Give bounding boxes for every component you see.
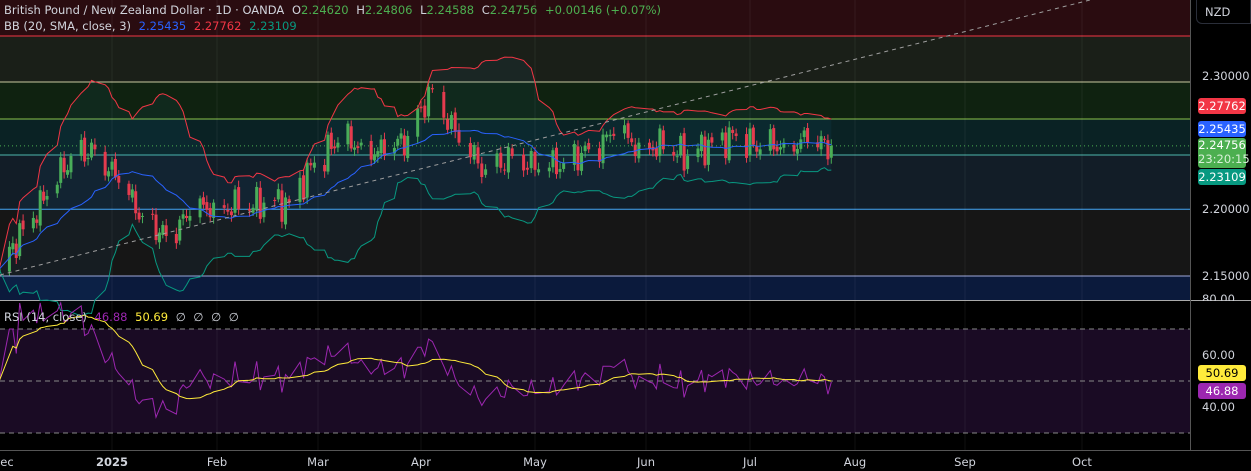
last-price-tag: 2.24756 23:20:15 bbox=[1198, 138, 1250, 168]
rsi-extra: ∅ bbox=[211, 310, 222, 324]
rsi-extra: ∅ bbox=[193, 310, 204, 324]
x-tick: Apr bbox=[411, 455, 431, 469]
rsi-y-tick: 60.00 bbox=[1202, 348, 1235, 362]
last-price: 2.24756 bbox=[1198, 138, 1246, 152]
rsi-extra: ∅ bbox=[175, 310, 186, 324]
rsi-y-tick: 40.00 bbox=[1202, 400, 1235, 414]
rsi-label: RSI (14, close) bbox=[4, 310, 87, 324]
x-tick: Aug bbox=[843, 455, 867, 469]
symbol-title: British Pound / New Zealand Dollar · 1D … bbox=[4, 3, 285, 17]
currency-button[interactable]: NZD bbox=[1196, 0, 1251, 24]
open-label: O bbox=[291, 3, 302, 17]
bb-lower-tag: 2.23109 bbox=[1198, 169, 1246, 185]
bb-basis-tag: 2.25435 bbox=[1198, 121, 1246, 137]
bb-upper-tag: 2.27762 bbox=[1198, 98, 1246, 114]
rsi-extra: ∅ bbox=[228, 310, 239, 324]
ohlc-open: O2.24620 bbox=[292, 3, 349, 17]
x-tick: Sep bbox=[954, 455, 976, 469]
x-tick: 2025 bbox=[95, 455, 129, 469]
rsi-y-tick: 80.00 bbox=[1202, 294, 1235, 301]
ohlc-close: C2.24756 bbox=[482, 3, 538, 17]
rsi-tag: 46.88 bbox=[1198, 383, 1246, 399]
x-tick: May bbox=[523, 455, 547, 469]
rsi-value: 46.88 bbox=[94, 310, 128, 324]
price-zone bbox=[0, 36, 1190, 82]
high-label: H bbox=[356, 3, 365, 17]
x-tick: Jul bbox=[743, 455, 757, 469]
ohlc-high: H2.24806 bbox=[356, 3, 412, 17]
close-label: C bbox=[481, 3, 490, 17]
x-tick: Oct bbox=[1072, 455, 1092, 469]
rsi-ma-tag: 50.69 bbox=[1198, 365, 1246, 381]
close-value: 2.24756 bbox=[489, 3, 538, 17]
bb-upper-value: 2.27762 bbox=[193, 19, 242, 33]
x-tick: Feb bbox=[206, 455, 228, 469]
change-value: +0.00146 (+0.07%) bbox=[545, 3, 662, 17]
x-tick: Mar bbox=[307, 455, 329, 469]
bb-legend[interactable]: BB (20, SMA, close, 3) 2.25435 2.27762 2… bbox=[4, 19, 301, 33]
low-value: 2.24588 bbox=[426, 3, 475, 17]
bb-lower-value: 2.23109 bbox=[249, 19, 297, 33]
open-value: 2.24620 bbox=[301, 3, 349, 17]
bar-countdown: 23:20:15 bbox=[1198, 152, 1250, 166]
rsi-ma-value: 50.69 bbox=[135, 310, 169, 324]
bb-basis-value: 2.25435 bbox=[138, 19, 187, 33]
y-tick: 2.20000 bbox=[1202, 202, 1250, 216]
x-tick: Jun bbox=[637, 455, 655, 469]
rsi-legend[interactable]: RSI (14, close) 46.88 50.69 ∅ ∅ ∅ ∅ bbox=[4, 310, 243, 324]
ohlc-low: L2.24588 bbox=[420, 3, 474, 17]
y-tick: 2.30000 bbox=[1202, 69, 1250, 83]
high-value: 2.24806 bbox=[364, 3, 413, 17]
bb-label: BB (20, SMA, close, 3) bbox=[4, 19, 131, 33]
symbol-legend: British Pound / New Zealand Dollar · 1D … bbox=[4, 3, 665, 17]
chart-canvas[interactable] bbox=[0, 0, 1251, 471]
y-tick: 2.15000 bbox=[1202, 269, 1250, 283]
x-tick: ec bbox=[0, 455, 14, 469]
